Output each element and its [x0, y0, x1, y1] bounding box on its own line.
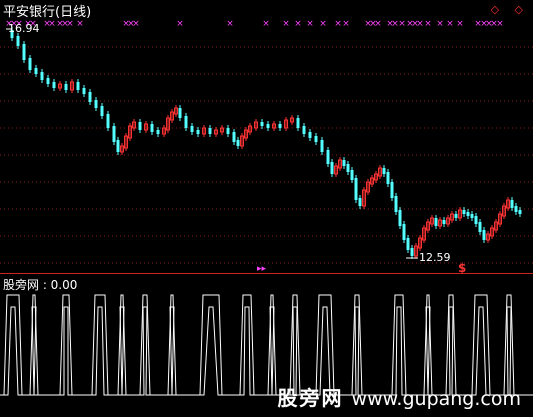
- candle-body: [342, 160, 346, 166]
- candle-body: [100, 106, 104, 116]
- low-price-label: 12.59: [419, 251, 451, 264]
- signal-mark: ×: [496, 19, 504, 29]
- signal-mark: ×: [436, 19, 444, 29]
- signal-mark: ×: [132, 19, 140, 29]
- signal-mark: ×: [176, 19, 184, 29]
- candle-body: [314, 136, 318, 142]
- candle-body: [208, 128, 212, 134]
- window-control-icons[interactable]: ◇ ◇: [491, 3, 529, 16]
- candle-body: [40, 72, 44, 80]
- candle-body: [354, 178, 358, 200]
- candle-body: [382, 168, 386, 174]
- signal-mark: ×: [76, 19, 84, 29]
- candle-body: [406, 238, 410, 250]
- candle-body: [116, 140, 120, 152]
- signal-mark: ×: [48, 19, 56, 29]
- signal-mark: ×: [446, 19, 454, 29]
- signal-mark: ×: [334, 19, 342, 29]
- candle-body: [326, 150, 330, 164]
- candle-body: [296, 118, 300, 128]
- candle-body: [156, 130, 160, 134]
- signal-mark: ×: [319, 19, 327, 29]
- signal-mark: ×: [66, 19, 74, 29]
- candle-body: [442, 220, 446, 224]
- watermark-url: www.gupang.com: [351, 388, 521, 410]
- signal-mark: ×: [294, 19, 302, 29]
- candle-body: [88, 92, 92, 102]
- signal-mark: ×: [374, 19, 382, 29]
- candle-body: [474, 216, 478, 224]
- candle-body: [358, 198, 362, 206]
- candle-body: [410, 248, 414, 256]
- kline-chart-canvas[interactable]: ××× ×× ×× ××× × ××× × × × × × × × × × ××× ×× × ××× × × × × ××××…: [0, 0, 533, 417]
- candle-body: [232, 132, 236, 142]
- candle-body: [106, 114, 110, 128]
- signal-mark: ×: [262, 19, 270, 29]
- candle-body: [138, 122, 142, 130]
- signal-mark: ×: [226, 19, 234, 29]
- candle-body: [518, 210, 522, 214]
- candle-body: [346, 164, 350, 172]
- candle-body: [390, 182, 394, 198]
- candle-body: [434, 218, 438, 226]
- candle-body: [466, 212, 470, 216]
- candle-body: [402, 224, 406, 240]
- candle-body: [278, 124, 282, 128]
- arrow-marker: ▸▸: [257, 264, 267, 274]
- candle-body: [22, 44, 26, 60]
- candle-body: [454, 214, 458, 218]
- candle-body: [190, 126, 194, 132]
- candle-body: [52, 82, 56, 88]
- signal-mark: ×: [342, 19, 350, 29]
- signal-mark: ×: [282, 19, 290, 29]
- candle-body: [266, 124, 270, 128]
- candle-body: [16, 36, 20, 46]
- signal-mark: ×: [456, 19, 464, 29]
- candle-body: [462, 210, 466, 214]
- indicator-title: 股旁网 : 0.00: [3, 278, 78, 292]
- candle-body: [184, 116, 188, 128]
- candle-body: [350, 170, 354, 180]
- candle-body: [94, 100, 98, 108]
- candle-body: [330, 162, 334, 174]
- dollar-marker: $: [458, 261, 466, 275]
- candle-body: [82, 88, 86, 94]
- candle-body: [478, 222, 482, 232]
- candle-body: [178, 108, 182, 118]
- candle-body: [76, 82, 80, 90]
- candle-body: [226, 128, 230, 134]
- candle-body: [398, 210, 402, 226]
- candle-body: [510, 200, 514, 208]
- high-price-label: 16.94: [8, 22, 40, 35]
- candle-body: [386, 172, 390, 184]
- signal-mark: ×: [424, 19, 432, 29]
- candle-body: [470, 214, 474, 218]
- signal-mark: ×: [398, 19, 406, 29]
- watermark-cn: 股旁网: [277, 386, 344, 410]
- candle-body: [64, 84, 68, 90]
- candle-body: [34, 68, 38, 74]
- stock-chart-window: × × × × × × × × × × × × × × × × × × × × × × × × × × × × × × × × × × × × × × × ×…: [0, 0, 533, 417]
- candle-body: [28, 58, 32, 70]
- candle-body: [514, 206, 518, 212]
- watermark: 股旁网 www.gupang.com: [278, 382, 521, 411]
- candle-body: [320, 140, 324, 152]
- signal-mark: ×: [416, 19, 424, 29]
- candle-body: [308, 132, 312, 138]
- candle-body: [260, 122, 264, 126]
- signal-mark: ×: [306, 19, 314, 29]
- candle-body: [150, 124, 154, 132]
- candle-body: [236, 140, 240, 146]
- candle-body: [196, 130, 200, 134]
- chart-title: 平安银行(日线): [3, 5, 92, 20]
- candle-body: [302, 126, 306, 134]
- candle-body: [112, 126, 116, 142]
- candle-body: [482, 230, 486, 240]
- candle-body: [394, 196, 398, 212]
- candle-body: [46, 78, 50, 84]
